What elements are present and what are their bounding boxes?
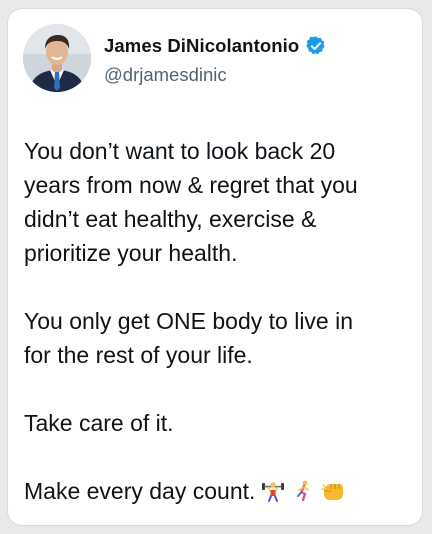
text-line: prioritize your health. bbox=[24, 240, 238, 266]
text-line: didn’t eat healthy, exercise & bbox=[24, 206, 317, 232]
text-line: You don’t want to look back 20 bbox=[24, 138, 336, 164]
tweet-paragraph: You only get ONE body to live in for the… bbox=[24, 304, 416, 372]
fist-bump-emoji-icon bbox=[321, 484, 344, 500]
tweet-paragraph: You don’t want to look back 20 years fro… bbox=[24, 134, 416, 270]
text-line: years from now & regret that you bbox=[24, 172, 358, 198]
profile-photo-icon bbox=[23, 24, 91, 92]
tweet-paragraph: Make every day count. bbox=[24, 474, 416, 508]
tweet-text: You don’t want to look back 20 years fro… bbox=[24, 134, 416, 525]
tweet-paragraph: Take care of it. bbox=[24, 406, 416, 440]
tweet-card: James DiNicolantonio @drjamesdinic You d… bbox=[8, 9, 422, 525]
runner-emoji-icon bbox=[297, 480, 310, 502]
avatar[interactable] bbox=[23, 24, 91, 92]
text-line: Take care of it. bbox=[24, 410, 174, 436]
text-line-with-emojis: Make every day count. bbox=[24, 474, 416, 508]
verified-badge-icon bbox=[306, 36, 325, 55]
author-name[interactable]: James DiNicolantonio bbox=[104, 35, 299, 57]
weightlifter-emoji-icon bbox=[262, 482, 285, 502]
text-line: for the rest of your life. bbox=[24, 342, 253, 368]
author-handle[interactable]: @drjamesdinic bbox=[104, 64, 227, 86]
text-line: Make every day count. bbox=[24, 478, 256, 504]
author-row: James DiNicolantonio bbox=[104, 35, 327, 57]
text-line: You only get ONE body to live in bbox=[24, 308, 354, 334]
